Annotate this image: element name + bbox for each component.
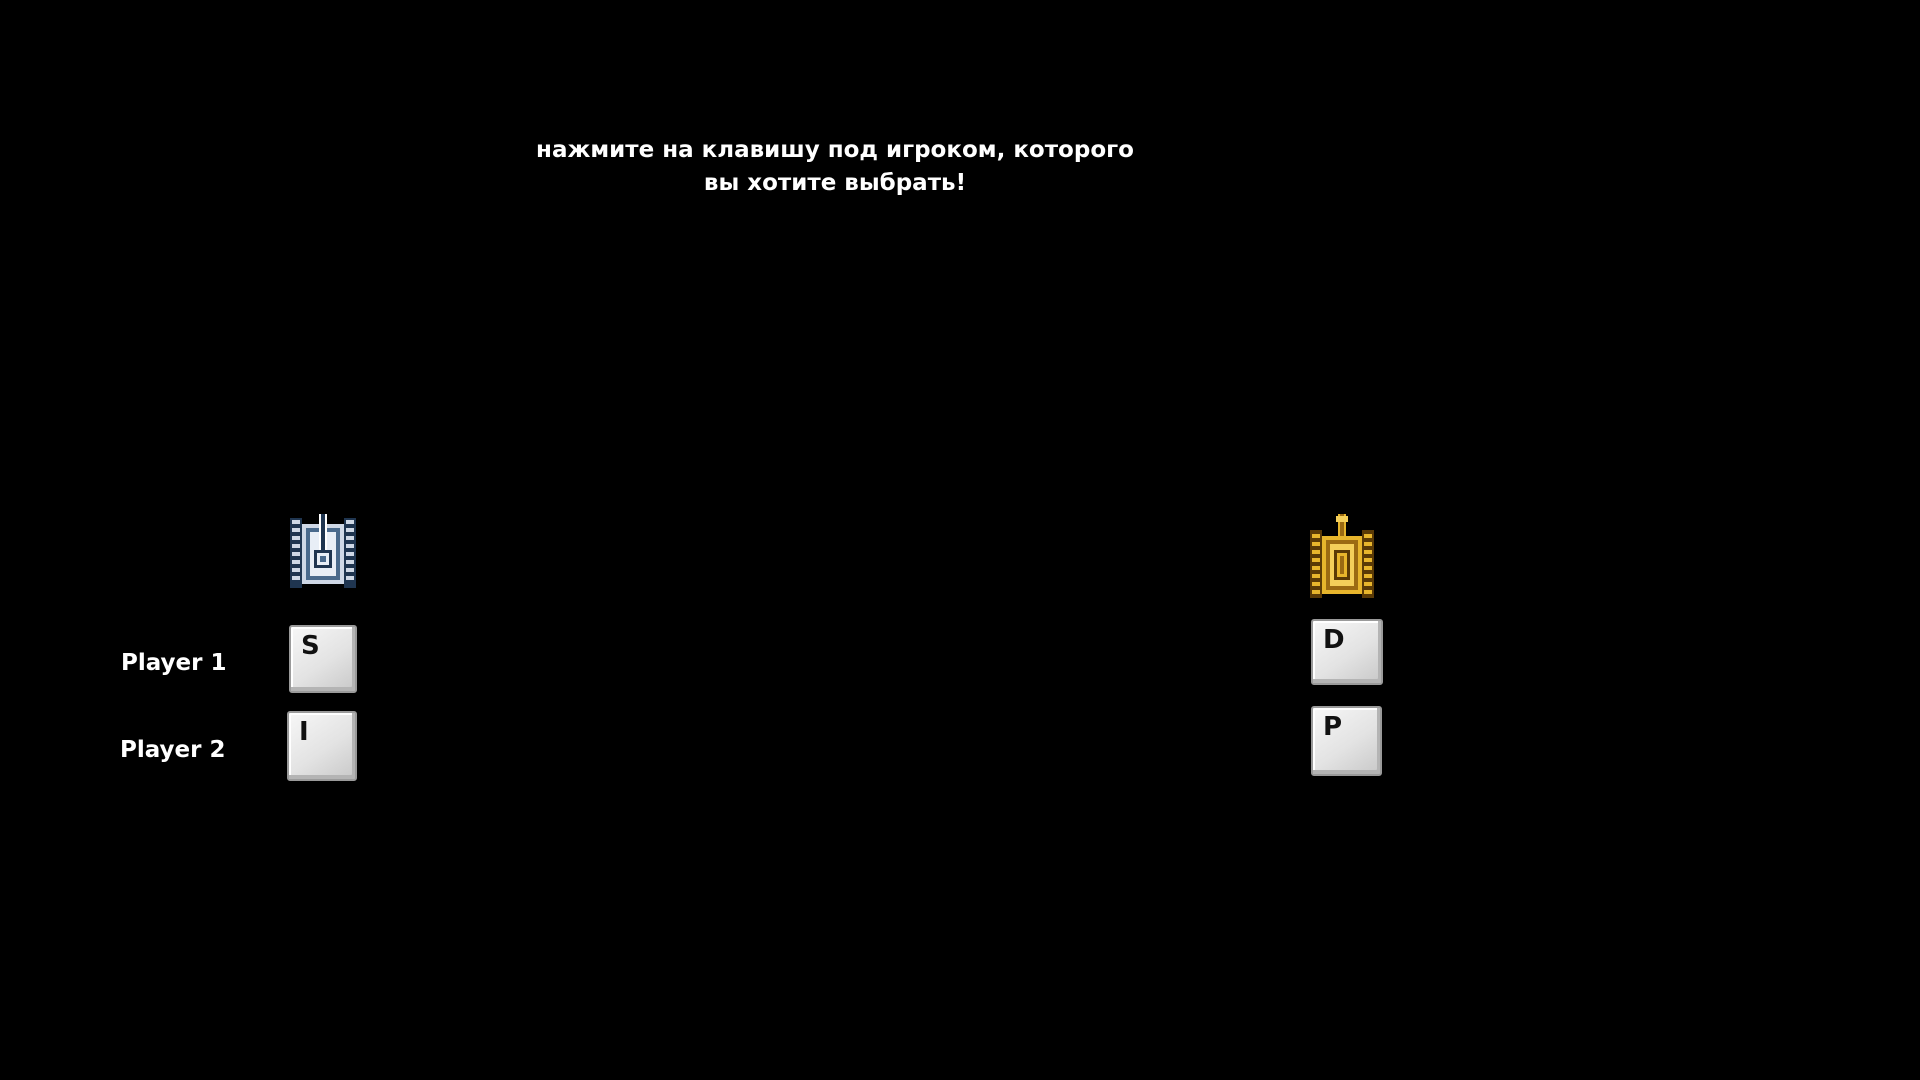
player-select-screen: нажмите на клавишу под игроком, которого…	[0, 0, 1920, 1080]
instruction-text: нажмите на клавишу под игроком, которого…	[520, 134, 1150, 200]
key-s-button[interactable]: S	[289, 625, 357, 693]
silver-tank-icon	[290, 514, 356, 588]
instruction-line-2: вы хотите выбрать!	[703, 170, 967, 196]
key-d-label: D	[1323, 625, 1345, 655]
key-p-button[interactable]: P	[1311, 706, 1382, 776]
key-i-button[interactable]: I	[287, 711, 357, 781]
gold-tank-icon	[1310, 514, 1374, 598]
key-s-label: S	[301, 631, 320, 661]
key-d-button[interactable]: D	[1311, 619, 1383, 685]
player-2-label: Player 2	[120, 737, 226, 763]
key-p-label: P	[1323, 712, 1343, 742]
player-1-label: Player 1	[121, 650, 227, 676]
instruction-line-1: нажмите на клавишу под игроком, которого	[536, 137, 1134, 163]
key-i-label: I	[299, 717, 309, 747]
